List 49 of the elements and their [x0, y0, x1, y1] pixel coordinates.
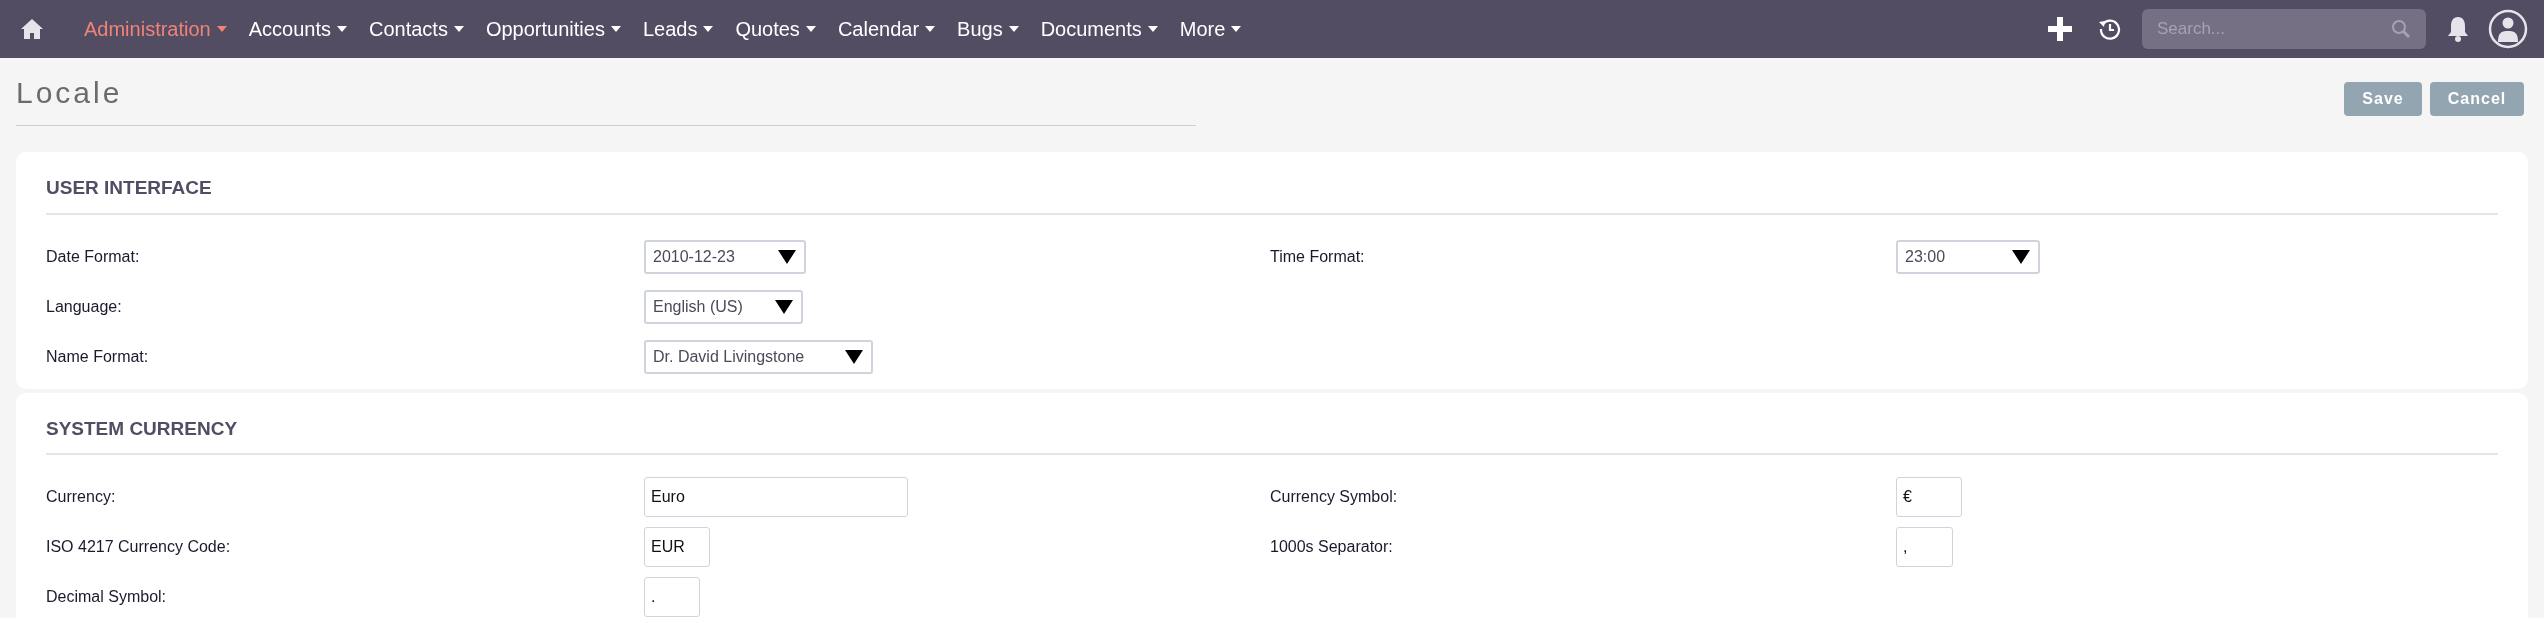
input-field[interactable]: Euro	[644, 477, 908, 517]
caret-icon	[2012, 249, 2030, 264]
user-avatar-icon[interactable]	[2488, 9, 2528, 49]
nav-menu-item[interactable]: Leads	[642, 14, 714, 44]
dropdown-select[interactable]: Dr. David Livingstone	[644, 339, 873, 374]
nav-menu-item[interactable]: Contacts	[369, 14, 464, 44]
nav-menu-item[interactable]: Calendar	[837, 14, 936, 44]
caret-icon	[703, 26, 714, 32]
field-label: Language:	[46, 296, 123, 317]
caret-icon	[1008, 26, 1019, 32]
home-icon[interactable]	[20, 18, 44, 40]
field-label: Time Format:	[1270, 246, 1366, 267]
section-heading: SYSTEM CURRENCY	[46, 414, 2498, 455]
dropdown-select[interactable]: 2010-12-23	[644, 239, 806, 274]
input-field[interactable]: .	[644, 577, 700, 617]
field-label: Name Format:	[46, 346, 150, 367]
history-icon[interactable]	[2098, 17, 2122, 41]
nav-menu-item[interactable]: Quotes	[735, 14, 816, 44]
dropdown-select[interactable]: 23:00	[1896, 239, 2040, 274]
nav-menu-item[interactable]: Bugs	[957, 14, 1019, 44]
section-heading: USER INTERFACE	[46, 174, 2498, 215]
input-field[interactable]: EUR	[644, 527, 710, 567]
field-label: ISO 4217 Currency Code:	[46, 537, 232, 557]
caret-icon	[453, 26, 464, 32]
caret-icon	[805, 26, 816, 32]
field-label: Currency Symbol:	[1270, 487, 1399, 507]
caret-icon	[778, 249, 796, 264]
nav-menu-item[interactable]: Documents	[1040, 14, 1158, 44]
caret-icon	[1231, 26, 1242, 32]
nav-menu-item[interactable]: Accounts	[248, 14, 347, 44]
field-label: 1000s Separator:	[1270, 537, 1394, 557]
field-label: Currency:	[46, 487, 117, 507]
caret-icon	[610, 26, 621, 32]
dropdown-select[interactable]: English (US)	[644, 289, 803, 324]
caret-icon	[216, 26, 227, 32]
plus-icon[interactable]	[2048, 17, 2072, 41]
input-field[interactable]: €	[1896, 477, 1962, 517]
field-label: Date Format:	[46, 246, 141, 267]
caret-icon	[845, 349, 863, 364]
input-field[interactable]: ,	[1896, 527, 1953, 567]
nav-menu-item[interactable]: More	[1179, 14, 1242, 44]
caret-icon	[1147, 26, 1158, 32]
bell-icon[interactable]	[2446, 16, 2470, 42]
page-title: Locale	[16, 75, 124, 111]
caret-icon	[775, 299, 793, 314]
caret-icon	[337, 26, 347, 32]
field-label: Decimal Symbol:	[46, 587, 168, 607]
caret-icon	[925, 26, 936, 32]
nav-menu-item[interactable]: Opportunities	[485, 14, 621, 44]
